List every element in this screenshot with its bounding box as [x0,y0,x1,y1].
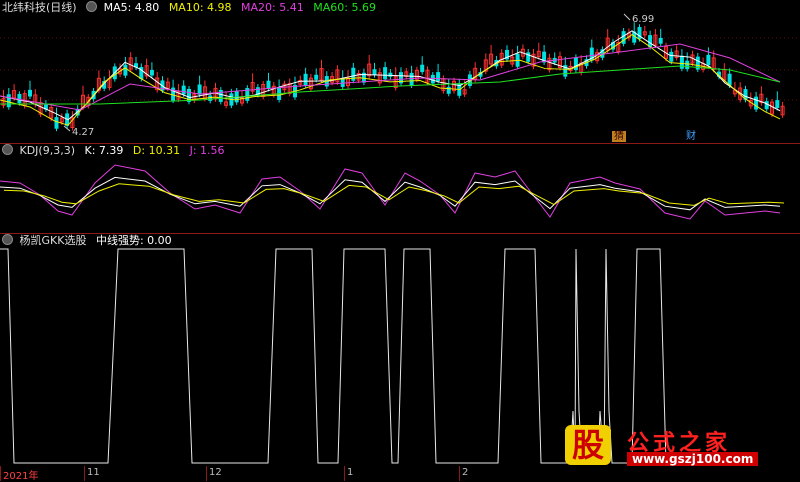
axis-tick [344,466,345,481]
candle-body [764,101,769,110]
ma60-value: MA60: 5.69 [313,1,376,14]
event-badge-2[interactable]: 财 [684,131,698,142]
kdj-k-line [0,176,781,211]
indicator-name: 杨凯GKK选股 [19,234,87,247]
low-price-label: 4.27 [72,127,94,138]
kdj-j-value: J: 1.56 [189,144,225,157]
kdj-panel[interactable]: KDJ(9,3,3) K: 7.39 D: 10.31 J: 1.56 [0,143,800,233]
candle-body [573,57,578,71]
candle-body [775,100,780,108]
high-marker [623,13,631,21]
candle-body [17,93,22,104]
high-price-label: 6.99 [632,14,654,25]
candle-body [754,96,759,110]
axis-label-year: 2021年 [3,471,39,482]
settings-icon[interactable] [86,1,98,12]
candle-body [658,37,663,44]
axis-tick [206,466,207,481]
axis-tick [84,466,85,481]
settings-icon[interactable] [2,234,13,245]
kdj-j-line [0,164,781,220]
candle-body [409,72,414,86]
price-header: 北纬科技(日线) MA5: 4.80 MA10: 4.98 MA20: 5.41… [2,1,382,15]
candle-body [123,64,128,76]
candle-body [314,74,319,80]
candle-body [181,85,186,95]
stock-title: 北纬科技(日线) [2,1,77,14]
candle-body [303,73,308,86]
kdj-header: KDJ(9,3,3) K: 7.39 D: 10.31 J: 1.56 [2,144,231,158]
candle-body [54,117,59,129]
candle-body [436,72,441,82]
price-panel[interactable]: 6.99 4.27 北纬科技(日线) MA5: 4.80 MA10: 4.98 M… [0,0,800,143]
kdj-d-value: D: 10.31 [132,144,181,157]
candle-body [197,84,202,95]
candle-body [706,54,711,66]
candle-body [669,51,674,62]
axis-label-jan: 1 [347,467,354,478]
event-badge-1[interactable]: 猜 [612,131,626,142]
candle-body [149,69,154,76]
ma5-value: MA5: 4.80 [103,1,160,14]
indicator-trend-value: 中线强势: 0.00 [95,234,172,247]
site-logo: 股 公式之家 www.gszj100.com [557,423,782,471]
candle-body [28,89,32,97]
candle-body [383,67,388,80]
candle-body [372,69,377,76]
ma10-value: MA10: 4.98 [168,1,232,14]
kdj-d-line [3,183,785,206]
logo-emblem-icon: 股 [557,423,619,467]
axis-tick [459,466,460,481]
kdj-k-value: K: 7.39 [84,144,124,157]
candle-body [430,74,435,84]
price-chart[interactable]: 6.99 4.27 [0,0,800,143]
candle-body [266,80,271,89]
axis-tick [0,466,1,481]
candle-body [685,60,690,70]
ma20-value: MA20: 5.41 [241,1,304,14]
indicator-header: 杨凯GKK选股 中线强势: 0.00 [2,234,178,248]
axis-label-dec: 12 [209,467,222,478]
candle-body [6,94,11,108]
axis-label-feb: 2 [462,467,469,478]
ma5-line [0,30,781,121]
kdj-name: KDJ(9,3,3) [19,144,76,157]
candle-body [648,35,653,48]
logo-url: www.gszj100.com [627,452,759,466]
candle-body [727,73,732,86]
axis-label-nov: 11 [87,467,100,478]
candle-body [340,77,345,87]
candle-body [420,64,425,73]
settings-icon[interactable] [2,144,13,155]
